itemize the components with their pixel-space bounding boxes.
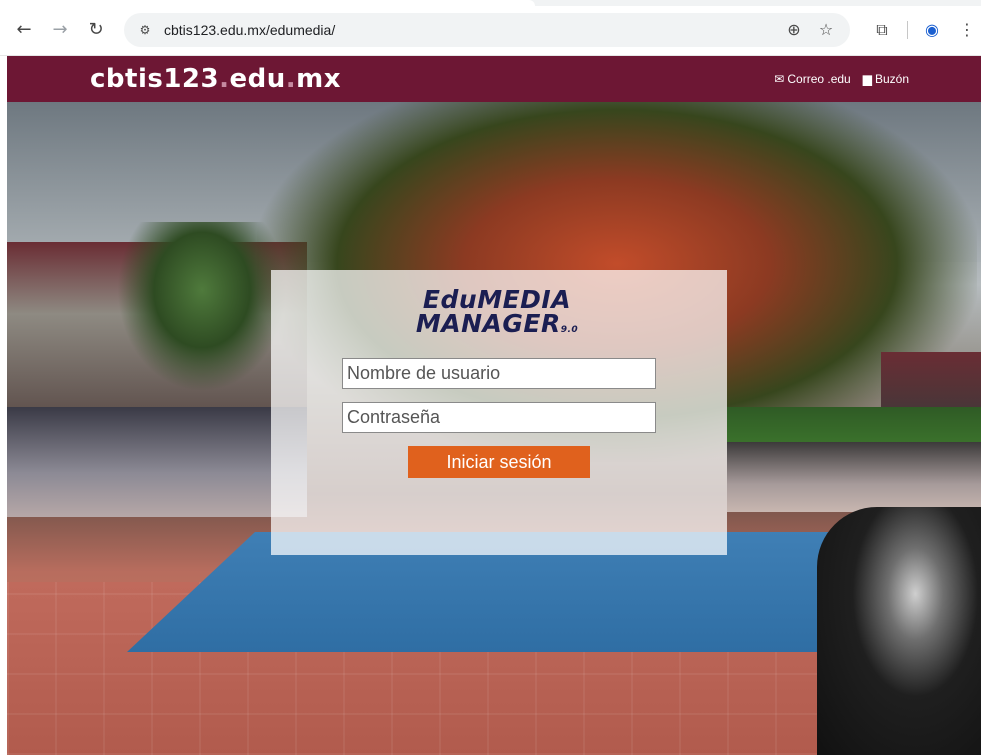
forward-icon[interactable]: → [48, 18, 72, 42]
active-tab-edge [0, 0, 535, 6]
login-button[interactable]: Iniciar sesión [408, 446, 590, 478]
correo-link-label: Correo .edu [787, 72, 851, 86]
toolbar-separator [907, 21, 908, 39]
url-text[interactable]: cbtis123.edu.mx/edumedia/ [164, 13, 335, 47]
reload-icon[interactable]: ↻ [84, 18, 108, 42]
tab-strip [0, 0, 981, 6]
site-info-icon[interactable]: ⚙ [136, 21, 154, 39]
edumedia-manager-logo: EduMEDIA MANAGER9.0 [397, 287, 597, 340]
inbox-icon: ▆ [862, 72, 872, 86]
buzon-link[interactable]: ▆ Buzón [863, 70, 909, 88]
site-logo[interactable]: cbtis123.edu.mx [90, 62, 341, 96]
profile-icon[interactable]: ◉ [920, 18, 944, 42]
menu-icon[interactable]: ⋮ [955, 18, 979, 42]
site-header: cbtis123.edu.mx ✉ Correo .edu ▆ Buzón [7, 56, 981, 102]
logo-part-main: cbtis123 [90, 64, 220, 94]
crowd-left [7, 407, 307, 517]
login-panel: EduMEDIA MANAGER9.0 Iniciar sesión [271, 270, 727, 555]
password-input[interactable] [342, 402, 656, 433]
address-bar[interactable]: ⚙ cbtis123.edu.mx/edumedia/ ⊕ ☆ [124, 13, 850, 47]
crowd-right [727, 442, 981, 512]
logo-part-mx: mx [296, 64, 342, 94]
logo-part-edu: edu [229, 64, 286, 94]
zoom-icon[interactable]: ⊕ [784, 20, 804, 40]
photographer [817, 507, 981, 755]
browser-toolbar: ← → ↻ ⚙ cbtis123.edu.mx/edumedia/ ⊕ ☆ ⧉ … [0, 0, 981, 56]
mail-icon: ✉ [774, 72, 785, 86]
username-input[interactable] [342, 358, 656, 389]
brand-line-2: MANAGER [415, 309, 561, 338]
extensions-icon[interactable]: ⧉ [870, 18, 894, 42]
bookmark-star-icon[interactable]: ☆ [816, 20, 836, 40]
logo-dot: . [219, 64, 230, 94]
header-links: ✉ Correo .edu ▆ Buzón [774, 70, 909, 88]
buzon-link-label: Buzón [874, 72, 909, 86]
brand-version: 9.0 [560, 325, 579, 335]
correo-link[interactable]: ✉ Correo .edu [774, 70, 850, 88]
logo-dot: . [285, 64, 297, 94]
back-icon[interactable]: ← [12, 18, 36, 42]
